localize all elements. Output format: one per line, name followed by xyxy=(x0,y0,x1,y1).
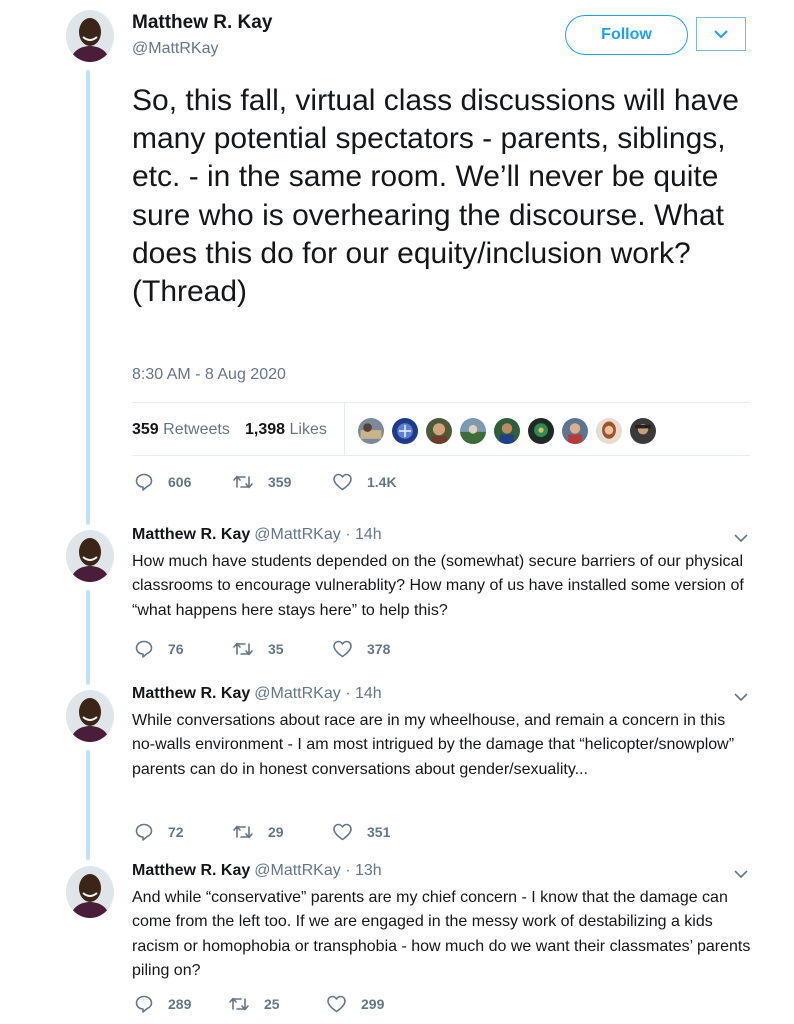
reply-avatar[interactable] xyxy=(66,690,114,742)
tweet-text: So, this fall, virtual class discussions… xyxy=(132,84,739,309)
engagement-stats: 359 Retweets 1,398 Likes xyxy=(132,402,750,456)
tweet-timestamp[interactable]: 8:30 AM - 8 Aug 2020 xyxy=(132,366,286,384)
heart-icon xyxy=(333,473,352,491)
reply-author-handle[interactable]: @MattRKay xyxy=(254,526,340,543)
retweet-icon xyxy=(229,997,249,1011)
reply-action[interactable]: 72 xyxy=(134,822,184,842)
reply-icon xyxy=(135,823,153,841)
reply-avatar[interactable] xyxy=(66,866,114,918)
reply-header: Matthew R. Kay @MattRKay · 13h xyxy=(132,862,382,880)
chevron-down-icon[interactable] xyxy=(730,530,752,546)
reply-count: 606 xyxy=(168,474,192,490)
chevron-down-icon xyxy=(714,30,728,39)
retweet-icon xyxy=(233,642,253,656)
like-count: 299 xyxy=(361,996,385,1012)
follow-button[interactable]: Follow xyxy=(565,15,688,55)
retweet-action[interactable]: 25 xyxy=(228,994,280,1014)
heart-icon xyxy=(333,823,352,841)
heart-icon xyxy=(333,640,352,658)
retweet-action[interactable]: 359 xyxy=(232,472,291,492)
chevron-down-icon[interactable] xyxy=(730,689,752,705)
liker-avatar[interactable] xyxy=(594,416,624,446)
author-handle[interactable]: @MattRKay xyxy=(132,40,218,58)
reply-text: While conversations about race are in my… xyxy=(132,712,735,778)
retweet-count: 35 xyxy=(268,641,284,657)
retweet-action[interactable]: 29 xyxy=(232,822,284,842)
reply-count: 72 xyxy=(168,824,184,840)
reply-header: Matthew R. Kay @MattRKay · 14h xyxy=(132,526,382,544)
retweet-icon xyxy=(233,825,253,839)
liker-avatar[interactable] xyxy=(526,416,556,446)
author-avatar[interactable] xyxy=(66,10,114,62)
reply-icon xyxy=(135,640,153,658)
like-count: 1.4K xyxy=(367,474,397,490)
retweet-count: 29 xyxy=(268,824,284,840)
reply-time[interactable]: · 14h xyxy=(345,685,381,702)
retweet-count: 359 xyxy=(268,474,292,490)
liker-avatar[interactable] xyxy=(424,416,454,446)
reply-count: 76 xyxy=(168,641,184,657)
liker-avatar[interactable] xyxy=(356,416,386,446)
liker-avatar[interactable] xyxy=(492,416,522,446)
liker-avatar[interactable] xyxy=(628,416,658,446)
reply-text: How much have students depended on the (… xyxy=(132,553,744,619)
thread-line xyxy=(86,590,90,685)
like-action[interactable]: 378 xyxy=(332,639,390,659)
reply-avatar[interactable] xyxy=(66,530,114,582)
reply-author-name[interactable]: Matthew R. Kay xyxy=(132,685,250,702)
likes-label: Likes xyxy=(289,421,327,438)
thread-line xyxy=(86,750,90,860)
reply-icon xyxy=(135,473,153,491)
chevron-down-icon[interactable] xyxy=(730,866,752,882)
reply-author-handle[interactable]: @MattRKay xyxy=(254,862,340,879)
retweet-icon xyxy=(233,475,253,489)
liker-avatar[interactable] xyxy=(390,416,420,446)
retweet-action[interactable]: 35 xyxy=(232,639,284,659)
liker-avatar[interactable] xyxy=(458,416,488,446)
more-options-button[interactable] xyxy=(696,17,746,51)
stats-divider xyxy=(344,403,345,455)
like-action[interactable]: 1.4K xyxy=(332,472,397,492)
heart-icon xyxy=(327,995,346,1013)
reply-text: And while “conservative” parents are my … xyxy=(132,889,751,979)
likes-stat[interactable]: 1,398 Likes xyxy=(245,421,327,439)
author-name[interactable]: Matthew R. Kay xyxy=(132,12,272,34)
reply-icon xyxy=(135,995,153,1013)
reply-count: 289 xyxy=(168,996,192,1012)
reply-time[interactable]: · 14h xyxy=(345,526,381,543)
thread-line xyxy=(86,70,90,525)
like-action[interactable]: 299 xyxy=(326,994,384,1014)
retweets-stat[interactable]: 359 Retweets xyxy=(132,421,230,439)
like-count: 351 xyxy=(367,824,391,840)
reply-author-handle[interactable]: @MattRKay xyxy=(254,685,340,702)
reply-action[interactable]: 606 xyxy=(134,472,191,492)
retweet-count: 25 xyxy=(264,996,280,1012)
reply-header: Matthew R. Kay @MattRKay · 14h xyxy=(132,685,382,703)
reply-author-name[interactable]: Matthew R. Kay xyxy=(132,862,250,879)
reply-time[interactable]: · 13h xyxy=(345,862,381,879)
reply-author-name[interactable]: Matthew R. Kay xyxy=(132,526,250,543)
reply-action[interactable]: 289 xyxy=(134,994,191,1014)
reply-action[interactable]: 76 xyxy=(134,639,184,659)
retweets-label: Retweets xyxy=(163,421,230,438)
like-action[interactable]: 351 xyxy=(332,822,390,842)
retweets-count: 359 xyxy=(132,421,159,438)
likes-count: 1,398 xyxy=(245,421,286,438)
liker-avatar[interactable] xyxy=(560,416,590,446)
like-count: 378 xyxy=(367,641,391,657)
